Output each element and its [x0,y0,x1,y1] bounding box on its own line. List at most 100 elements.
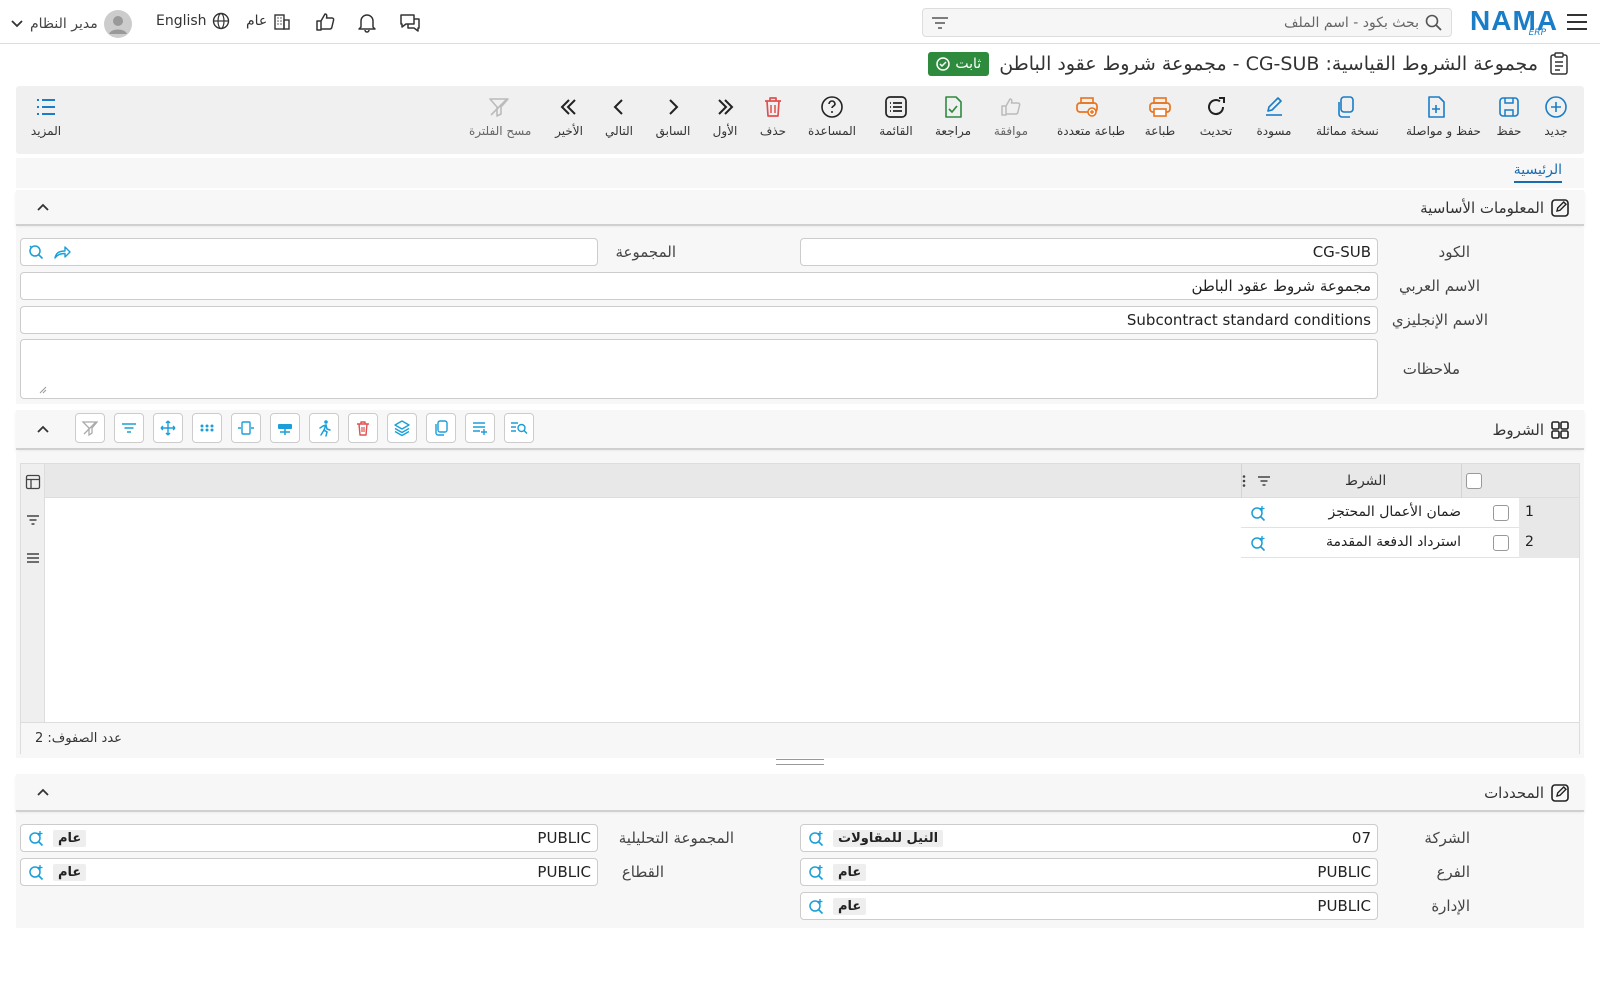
row-checkbox[interactable] [1493,505,1509,521]
file-plus-icon [1424,95,1448,119]
group-field[interactable] [20,238,598,266]
english-name-field[interactable]: Subcontract standard conditions [20,306,1378,334]
layers-icon[interactable] [387,413,417,443]
menu-icon[interactable] [1566,12,1588,32]
add-lines-icon[interactable] [465,413,495,443]
column-menu-icon[interactable] [1241,474,1247,488]
move-icon[interactable] [153,413,183,443]
table-row[interactable]: 2 استرداد الدفعة المقدمة [1241,528,1579,558]
user-menu[interactable]: مدير النظام [10,10,132,38]
save-button[interactable]: حفظ [1479,94,1539,138]
search-lookup-icon[interactable] [1249,534,1267,552]
group-label: المجموعة [615,243,676,261]
company-label: الشركة [1424,829,1470,847]
approve-button[interactable]: موافقة [981,94,1041,138]
branch-field[interactable]: عام PUBLIC [800,858,1378,886]
scope-switch[interactable]: عام [246,11,292,31]
clear-filter-button[interactable]: مسح الفلترة [469,94,532,138]
duplicate-label: نسخة مماثلة [1316,124,1379,138]
notes-textarea[interactable] [20,339,1378,399]
list-button[interactable]: القائمة [866,94,926,138]
search-lookup-icon[interactable] [807,863,825,881]
multi-print-button[interactable]: طباعة متعددة [1057,94,1125,138]
filter-icon[interactable] [931,16,949,30]
print-button[interactable]: طباعة [1130,94,1190,138]
fit-width-icon[interactable] [231,413,261,443]
english-name-value: Subcontract standard conditions [1126,311,1371,329]
department-field[interactable]: عام PUBLIC [800,892,1378,920]
tab-main[interactable]: الرئيسية [1513,162,1562,183]
search-lookup-icon[interactable] [807,829,825,847]
row-checkbox[interactable] [1493,535,1509,551]
search-lookup-icon[interactable] [1249,504,1267,522]
sector-field[interactable]: عام PUBLIC [20,858,598,886]
dimensions-header[interactable]: المحددات [16,774,1584,812]
branch-label: الفرع [1436,863,1470,881]
column-filter-icon[interactable] [1257,474,1271,488]
menu-icon[interactable] [25,550,41,566]
previous-button[interactable]: السابق [643,94,703,138]
search-lookup-icon[interactable] [807,897,825,915]
review-button[interactable]: مراجعة [923,94,983,138]
code-field[interactable]: CG-SUB [800,238,1378,266]
analysis-group-field[interactable]: عام PUBLIC [20,824,598,852]
duplicate-button[interactable]: نسخة مماثلة [1316,94,1379,138]
notes-label: ملاحظات [1402,360,1460,378]
sector-label: القطاع [621,863,664,881]
trash-icon[interactable] [348,413,378,443]
chevron-up-icon[interactable] [36,785,50,799]
filter-off-icon[interactable] [75,413,105,443]
condition-cell[interactable]: ضمان الأعمال المحتجز [1329,504,1461,520]
print-label: طباعة [1144,124,1176,138]
table-settings-icon[interactable] [25,474,41,490]
search-input[interactable]: بحث بكود - اسم الملف [922,8,1452,37]
nama-logo[interactable]: NAMA ERP [1470,6,1557,39]
splitter-handle[interactable] [776,759,824,765]
search-lines-icon[interactable] [504,413,534,443]
condition-cell[interactable]: استرداد الدفعة المقدمة [1326,534,1461,550]
search-icon [1425,14,1443,32]
search-lookup-icon[interactable] [27,829,45,847]
language-switch[interactable]: English [156,12,230,30]
grid-icon [1550,420,1570,440]
grid-side-panel [21,464,45,722]
table-row[interactable]: 1 ضمان الأعمال المحتجز [1241,498,1579,528]
clear-filter-label: مسح الفلترة [469,124,532,138]
first-button[interactable]: الأول [695,94,755,138]
search-lookup-icon[interactable] [27,243,45,261]
select-all-checkbox[interactable] [1466,473,1482,489]
running-icon[interactable] [309,413,339,443]
help-button[interactable]: المساعدة [802,94,862,138]
arabic-name-field[interactable]: مجموعة شروط عقود الباطن [20,272,1378,300]
share-icon[interactable] [53,244,71,260]
last-button[interactable]: الأخير [539,94,599,138]
company-name: النيل للمقاولات [833,829,944,847]
filter-lines-icon[interactable] [114,413,144,443]
copy-icon[interactable] [426,413,456,443]
dots-grid-icon[interactable] [192,413,222,443]
basic-info-header[interactable]: المعلومات الأساسية [16,190,1584,226]
chevron-up-icon[interactable] [36,422,50,436]
draft-button[interactable]: مسودة [1244,94,1304,138]
refresh-button[interactable]: تحديث [1186,94,1246,138]
help-icon [820,95,844,119]
filter-icon[interactable] [25,512,41,528]
company-field[interactable]: النيل للمقاولات 07 [800,824,1378,852]
chevrons-right-icon [713,95,737,119]
bell-icon[interactable] [356,11,378,33]
more-button[interactable]: المزيد [16,94,76,138]
table-insert-icon[interactable] [270,413,300,443]
save-continue-button[interactable]: حفظ و مواصلة [1406,94,1481,138]
chevron-right-icon [661,95,685,119]
branch-code: PUBLIC [1317,863,1371,881]
dimensions-title: المحددات [1484,784,1544,802]
column-header-condition[interactable]: الشرط [1345,473,1386,489]
thumbs-up-icon[interactable] [314,11,336,33]
resize-handle-icon[interactable] [39,386,47,394]
chevron-up-icon[interactable] [36,200,50,214]
search-lookup-icon[interactable] [27,863,45,881]
check-circle-icon [936,57,951,71]
scope-label: عام [246,13,268,29]
branch-name: عام [833,863,867,881]
chat-icon[interactable] [398,11,422,33]
